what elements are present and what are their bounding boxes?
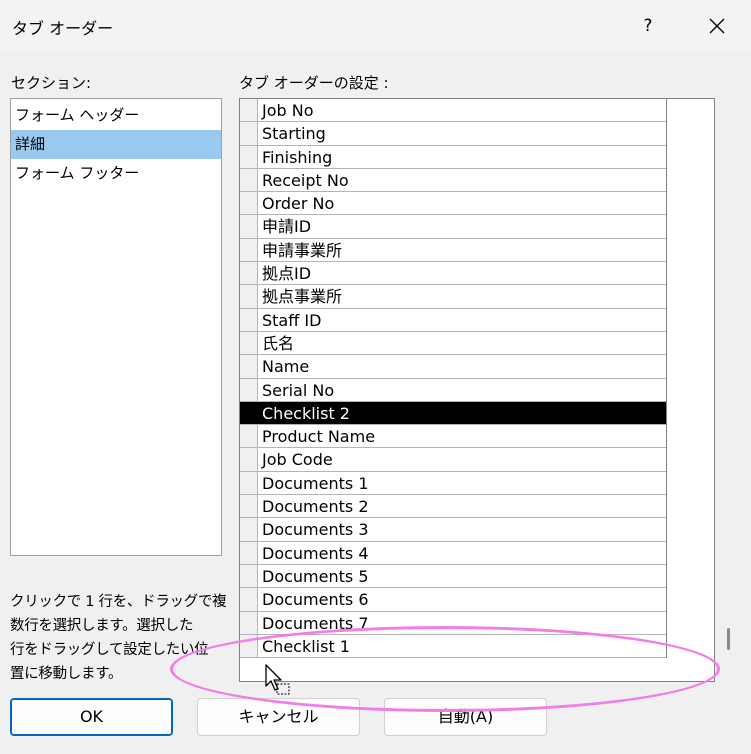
tab-order-row[interactable]: Job Code bbox=[240, 448, 666, 472]
close-icon bbox=[709, 18, 725, 34]
row-label: Job No bbox=[262, 101, 314, 120]
row-selector[interactable] bbox=[240, 518, 258, 541]
tab-order-dialog: タブ オーダー ? セクション: タブ オーダーの設定 : フォーム ヘッダー … bbox=[0, 0, 751, 754]
row-label: 申請ID bbox=[262, 217, 312, 237]
tab-order-row[interactable]: 拠点ID bbox=[240, 262, 666, 286]
row-selector[interactable] bbox=[240, 192, 258, 215]
row-selector[interactable] bbox=[240, 611, 258, 634]
row-label: Checklist 1 bbox=[262, 636, 350, 656]
row-label: Checklist 2 bbox=[262, 403, 350, 423]
tab-order-row[interactable]: Finishing bbox=[240, 145, 666, 169]
help-button[interactable]: ? bbox=[628, 8, 668, 44]
tab-order-row[interactable]: 氏名 bbox=[240, 331, 666, 356]
row-selector[interactable] bbox=[240, 122, 258, 145]
drag-cursor-icon bbox=[265, 664, 290, 695]
instruction-line: 置に移動します。 bbox=[10, 666, 123, 682]
row-selector[interactable] bbox=[240, 238, 258, 262]
row-selector[interactable] bbox=[240, 215, 258, 238]
instruction-line: 数行を選択します。選択した bbox=[10, 618, 194, 634]
tab-order-row[interactable]: Documents 4 bbox=[240, 541, 666, 565]
row-selector[interactable] bbox=[240, 588, 258, 611]
section-label: セクション: bbox=[11, 74, 92, 92]
tab-order-label: タブ オーダーの設定 : bbox=[239, 74, 389, 92]
instruction-line: 行をドラッグして設定したい位 bbox=[10, 642, 209, 658]
row-selector[interactable] bbox=[240, 262, 258, 285]
tab-order-row[interactable]: Receipt No bbox=[240, 168, 666, 193]
row-label: Documents 4 bbox=[262, 543, 369, 563]
tab-order-row[interactable]: Serial No bbox=[240, 378, 666, 402]
tab-order-row[interactable]: Job No bbox=[240, 99, 666, 123]
instruction-text: クリックで 1 行を、ドラッグで複 数行を選択します。選択した 行をドラッグして… bbox=[10, 590, 230, 686]
row-selector[interactable] bbox=[240, 331, 258, 355]
row-selector[interactable] bbox=[240, 285, 258, 308]
ok-button[interactable]: OK bbox=[10, 698, 173, 736]
row-label: Finishing bbox=[262, 147, 333, 167]
tab-order-row[interactable]: Documents 6 bbox=[240, 588, 666, 612]
section-list[interactable]: フォーム ヘッダー 詳細 フォーム フッター bbox=[10, 98, 222, 556]
tab-order-row[interactable]: Product Name bbox=[240, 425, 666, 449]
tab-order-row[interactable]: 申請ID bbox=[240, 215, 666, 239]
row-label: Staff ID bbox=[262, 310, 322, 330]
row-label: Documents 3 bbox=[262, 520, 369, 540]
row-selector[interactable] bbox=[240, 378, 258, 401]
row-label: Receipt No bbox=[262, 170, 349, 190]
row-selector[interactable] bbox=[240, 401, 258, 425]
row-label: Documents 1 bbox=[262, 473, 369, 493]
row-selector[interactable] bbox=[240, 541, 258, 564]
tab-order-row[interactable]: Name bbox=[240, 355, 666, 379]
row-label: Starting bbox=[262, 124, 326, 144]
row-label: Name bbox=[262, 357, 310, 377]
row-label: Documents 7 bbox=[262, 613, 369, 633]
row-selector[interactable] bbox=[240, 448, 258, 471]
dialog-title: タブ オーダー bbox=[12, 19, 114, 38]
title-bar: タブ オーダー ? bbox=[0, 0, 751, 52]
tab-order-row[interactable]: 拠点事業所 bbox=[240, 285, 666, 309]
close-button[interactable] bbox=[694, 8, 740, 44]
row-label: Documents 2 bbox=[262, 497, 369, 517]
row-label: 拠点事業所 bbox=[262, 287, 343, 307]
tab-order-row[interactable]: Documents 2 bbox=[240, 495, 666, 519]
row-label: Job Code bbox=[262, 450, 333, 470]
row-label: 申請事業所 bbox=[262, 240, 343, 260]
row-selector[interactable] bbox=[240, 564, 258, 588]
row-selector[interactable] bbox=[240, 168, 258, 192]
tab-order-row[interactable]: Checklist 2 bbox=[240, 401, 666, 426]
cancel-button[interactable]: キャンセル bbox=[197, 698, 360, 736]
tab-order-row[interactable]: 申請事業所 bbox=[240, 238, 666, 263]
tab-order-row[interactable]: Order No bbox=[240, 192, 666, 216]
row-label: 拠点ID bbox=[262, 264, 312, 284]
tab-order-row[interactable]: Checklist 1 bbox=[240, 634, 666, 659]
row-label: Product Name bbox=[262, 427, 376, 447]
tab-order-row[interactable]: Staff ID bbox=[240, 308, 666, 332]
row-label: 氏名 bbox=[262, 333, 295, 353]
tab-order-row[interactable]: Documents 1 bbox=[240, 471, 666, 496]
vertical-scrollbar[interactable] bbox=[717, 98, 741, 682]
section-item-detail[interactable]: 詳細 bbox=[11, 130, 221, 159]
tab-order-row[interactable]: Documents 5 bbox=[240, 564, 666, 589]
row-selector[interactable] bbox=[240, 634, 258, 658]
tab-order-row[interactable]: Documents 3 bbox=[240, 518, 666, 542]
row-label: Order No bbox=[262, 194, 335, 214]
tab-order-row[interactable]: Starting bbox=[240, 122, 666, 146]
row-selector[interactable] bbox=[240, 425, 258, 448]
tab-order-rows: Job No Starting Finishing Receipt No Order N… bbox=[240, 99, 667, 659]
row-label: Documents 5 bbox=[262, 566, 369, 586]
scrollbar-thumb[interactable] bbox=[727, 628, 730, 650]
auto-button[interactable]: 自動(A) bbox=[384, 698, 547, 736]
row-selector[interactable] bbox=[240, 471, 258, 495]
row-selector[interactable] bbox=[240, 495, 258, 518]
tab-order-row[interactable]: Documents 7 bbox=[240, 611, 666, 635]
section-item-form-header[interactable]: フォーム ヘッダー bbox=[11, 101, 221, 130]
section-item-form-footer[interactable]: フォーム フッター bbox=[11, 159, 221, 188]
instruction-line: クリックで 1 行を、ドラッグで複 bbox=[10, 594, 227, 610]
row-selector[interactable] bbox=[240, 99, 258, 122]
row-selector[interactable] bbox=[240, 355, 258, 378]
tab-order-grid[interactable]: Job No Starting Finishing Receipt No Order N… bbox=[239, 98, 715, 682]
row-selector[interactable] bbox=[240, 308, 258, 331]
row-label: Serial No bbox=[262, 380, 335, 400]
row-selector[interactable] bbox=[240, 145, 258, 168]
row-label: Documents 6 bbox=[262, 590, 369, 610]
